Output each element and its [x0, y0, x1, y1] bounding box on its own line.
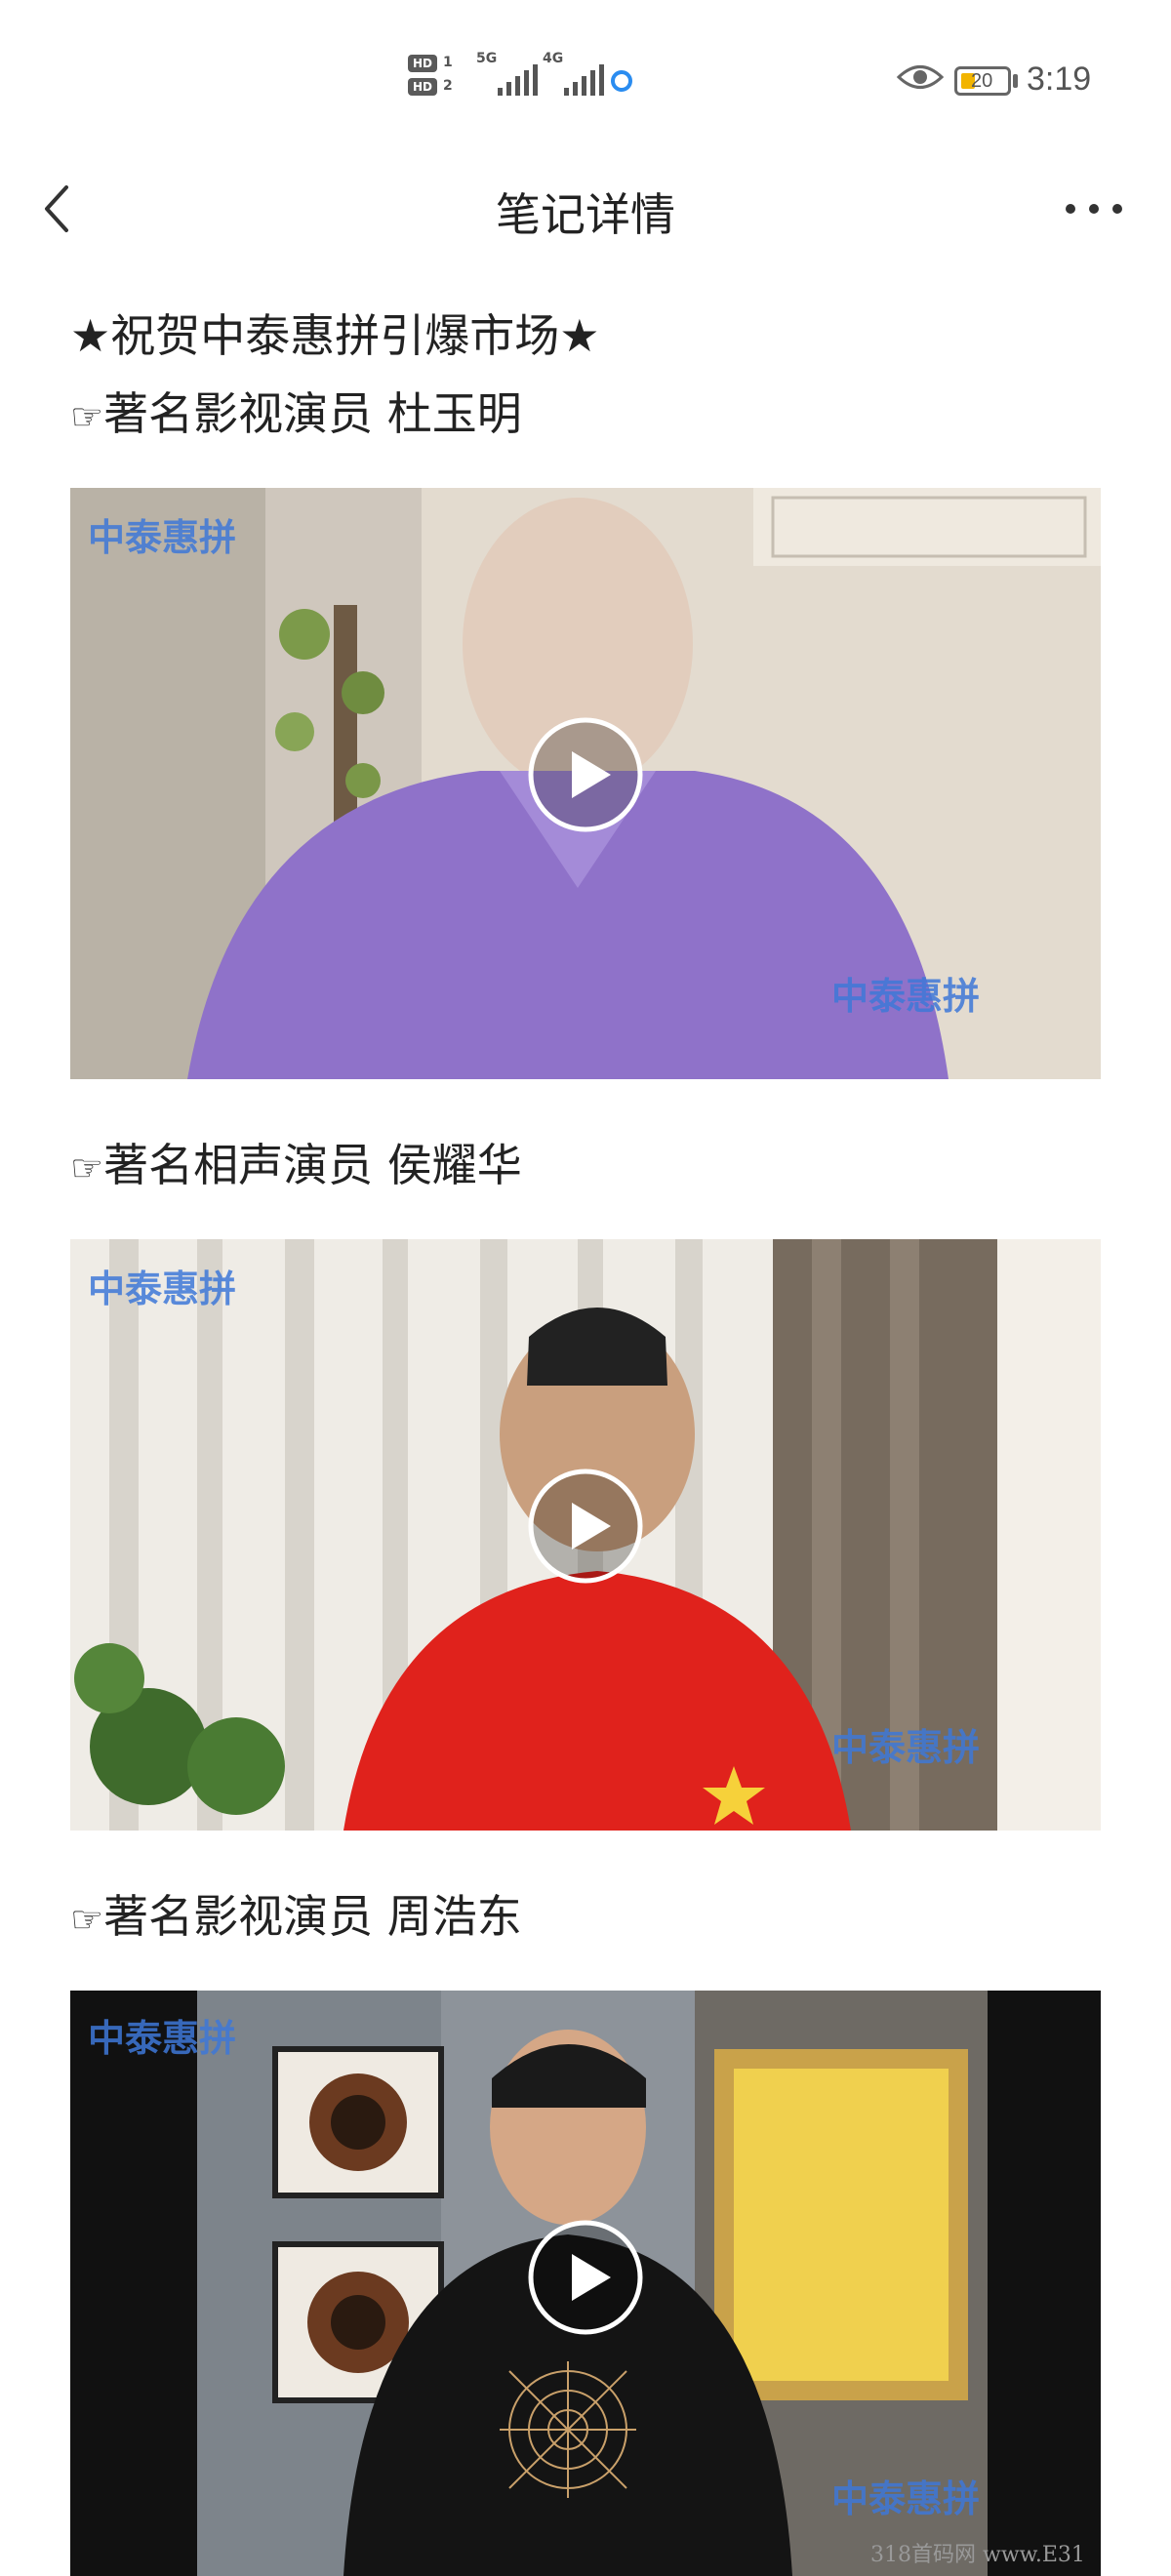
battery-level: 20: [971, 70, 993, 92]
pointing-hand-icon: ☞: [70, 1898, 104, 1941]
watermark-bottom: 中泰惠拼: [831, 975, 981, 1018]
caption-text: 著名相声演员 侯耀华: [103, 1139, 522, 1191]
site-watermark: 318首码网 www.E31: [870, 2543, 1085, 2567]
section-caption-3: ☞著名影视演员 周浩东: [70, 1881, 522, 1946]
sim2-badge: HD: [408, 78, 437, 96]
watermark-top: 中泰惠拼: [88, 516, 237, 559]
watermark-bottom: 中泰惠拼: [831, 2477, 981, 2520]
signal-bars-2-icon: [564, 64, 604, 96]
play-icon[interactable]: [527, 2219, 644, 2336]
page-title: 笔记详情: [496, 188, 675, 241]
status-bar: HD HD 1 2 5G 4G 20 3:19: [0, 0, 1171, 166]
clock: 3:19: [1027, 60, 1092, 98]
hotspot-icon: [611, 70, 632, 92]
caption-text: 著名影视演员 周浩东: [103, 1890, 522, 1943]
video-player-3[interactable]: 中泰惠拼 中泰惠拼: [70, 1991, 1101, 2576]
caption-text: 著名影视演员 杜玉明: [103, 387, 522, 440]
sim-indicators: HD HD 1 2: [408, 55, 466, 113]
play-icon[interactable]: [527, 716, 644, 833]
nav-bar: 笔记详情: [0, 166, 1171, 254]
signal-bars-1-icon: [498, 64, 538, 96]
sim2-slot: 2: [443, 78, 453, 94]
article-headline: ★祝贺中泰惠拼引爆市场★: [70, 309, 600, 362]
network-type-1: 5G: [476, 51, 498, 66]
section-caption-2: ☞著名相声演员 侯耀华: [70, 1130, 522, 1194]
pointing-hand-icon: ☞: [70, 395, 104, 438]
video-player-2[interactable]: 中泰惠拼 中泰惠拼: [70, 1239, 1101, 1831]
play-icon[interactable]: [527, 1468, 644, 1585]
battery-icon: 20: [954, 66, 1011, 96]
watermark-top: 中泰惠拼: [88, 2017, 237, 2060]
network-type-2: 4G: [543, 51, 564, 66]
video-player-1[interactable]: 中泰惠拼 中泰惠拼: [70, 488, 1101, 1079]
watermark-bottom: 中泰惠拼: [831, 1726, 981, 1769]
section-caption-1: ☞著名影视演员 杜玉明: [70, 379, 522, 443]
battery-tip: [1013, 74, 1018, 88]
sim1-slot: 1: [443, 55, 453, 70]
pointing-hand-icon: ☞: [70, 1147, 104, 1189]
eye-icon: [896, 65, 945, 89]
watermark-top: 中泰惠拼: [88, 1268, 237, 1310]
sim1-badge: HD: [408, 55, 437, 72]
more-horizontal-icon[interactable]: [1060, 189, 1128, 228]
